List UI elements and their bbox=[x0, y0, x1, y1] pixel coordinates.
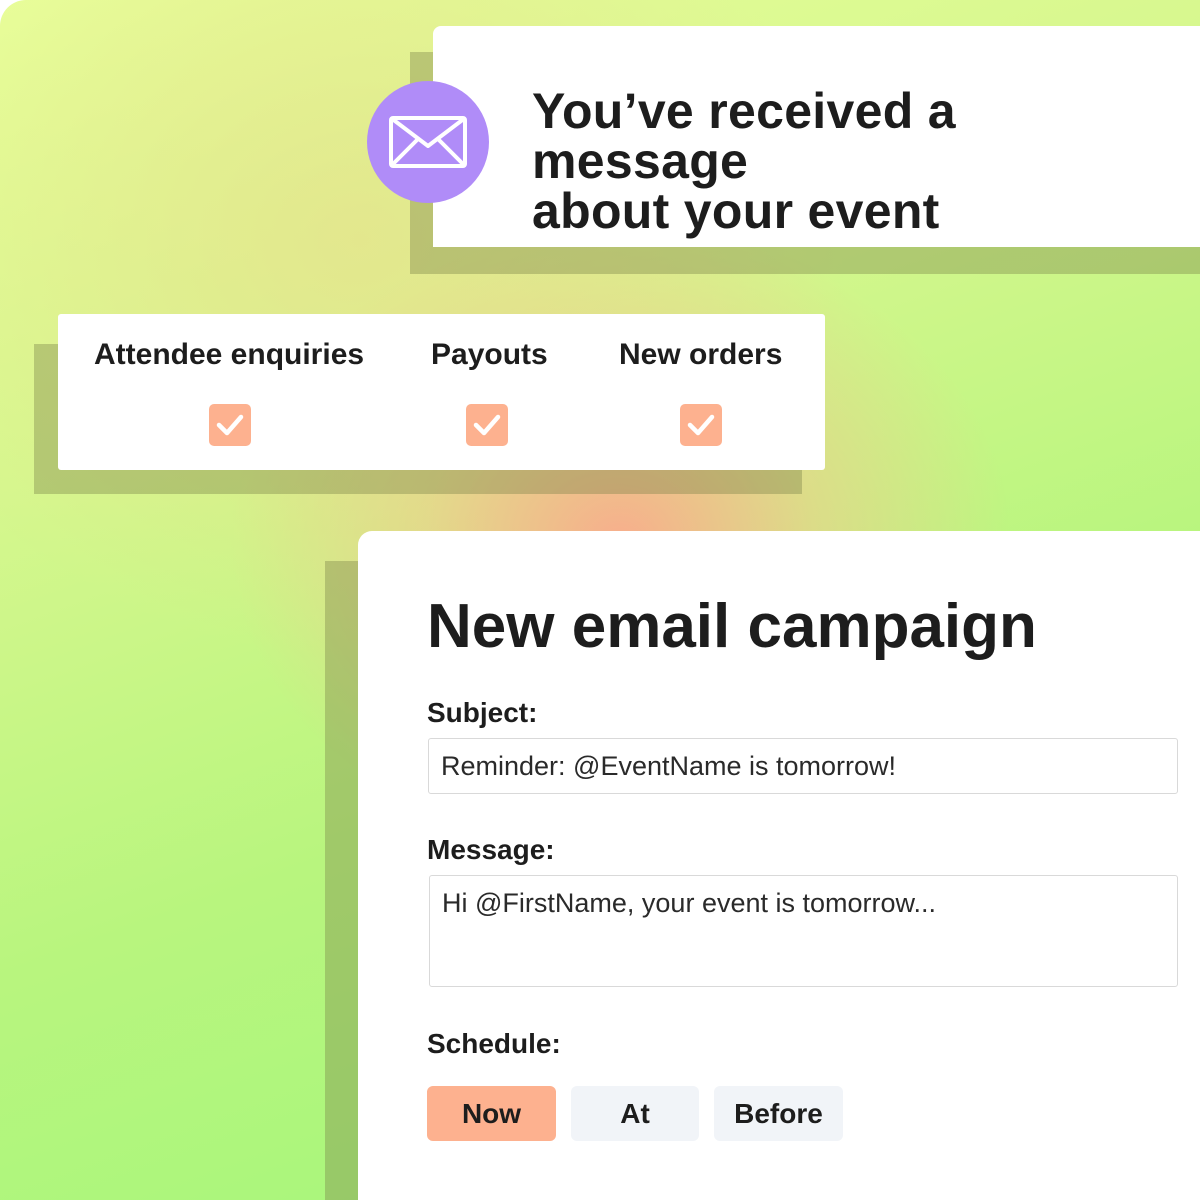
subject-input[interactable]: Reminder: @EventName is tomorrow! bbox=[428, 738, 1178, 794]
notification-line-2: about your event bbox=[532, 183, 940, 239]
checkmark-icon bbox=[216, 414, 244, 436]
notification-message: You’ve received a message about your eve… bbox=[532, 86, 1172, 236]
envelope-icon bbox=[367, 81, 489, 203]
toggle-label-payouts: Payouts bbox=[431, 338, 548, 371]
checkmark-icon bbox=[473, 414, 501, 436]
toggle-label-attendee-enquiries: Attendee enquiries bbox=[94, 338, 365, 371]
notification-line-1: You’ve received a message bbox=[532, 83, 956, 189]
attendee-enquiries-checkbox[interactable] bbox=[209, 404, 251, 446]
message-label: Message: bbox=[427, 834, 555, 865]
subject-label: Subject: bbox=[427, 697, 538, 728]
schedule-before-button[interactable]: Before bbox=[714, 1086, 843, 1141]
payouts-checkbox[interactable] bbox=[466, 404, 508, 446]
new-orders-checkbox[interactable] bbox=[680, 404, 722, 446]
campaign-title: New email campaign bbox=[427, 592, 1037, 661]
schedule-now-button[interactable]: Now bbox=[427, 1086, 556, 1141]
message-textarea[interactable]: Hi @FirstName, your event is tomorrow... bbox=[429, 875, 1178, 987]
checkmark-icon bbox=[687, 414, 715, 436]
toggle-label-new-orders: New orders bbox=[619, 338, 783, 371]
schedule-at-button[interactable]: At bbox=[571, 1086, 699, 1141]
schedule-label: Schedule: bbox=[427, 1028, 561, 1059]
